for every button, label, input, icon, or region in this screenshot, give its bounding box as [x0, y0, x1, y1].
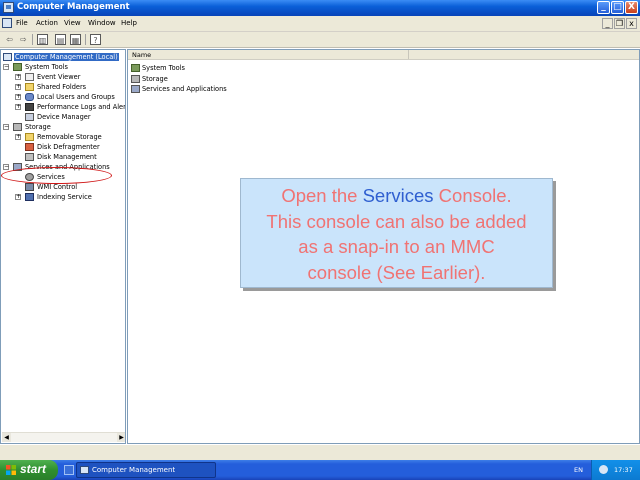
wmi-icon — [25, 183, 34, 191]
tree-label: Disk Management — [37, 153, 97, 161]
taskbar: start Computer Management EN 17:37 — [0, 460, 640, 480]
collapse-toggle[interactable]: − — [3, 64, 9, 70]
tree-label: System Tools — [25, 63, 68, 71]
expand-toggle[interactable]: + — [15, 194, 21, 200]
tree-label: Shared Folders — [37, 83, 87, 91]
help-icon[interactable]: ? — [90, 34, 101, 45]
list-item-label: Services and Applications — [142, 85, 227, 93]
language-indicator[interactable]: EN — [574, 466, 583, 474]
tree-label: Performance Logs and Alerts — [37, 103, 126, 111]
start-label: start — [20, 462, 47, 476]
device-manager-icon — [25, 113, 34, 121]
show-hide-tree-icon[interactable]: ▥ — [37, 34, 48, 45]
toolbar-separator — [32, 34, 33, 45]
window-title: Computer Management — [17, 2, 130, 12]
tree-label: Device Manager — [37, 113, 91, 121]
storage-icon — [131, 75, 140, 83]
title-bar: Computer Management _ □ X — [0, 0, 640, 16]
menu-view[interactable]: View — [64, 19, 81, 27]
document-icon[interactable] — [2, 18, 12, 28]
callout-highlight: Services — [362, 185, 434, 206]
callout-line-4: console (See Earlier). — [307, 261, 486, 283]
tree-label: Removable Storage — [37, 133, 102, 141]
tree-label: Storage — [25, 123, 51, 131]
taskbar-button-computer-management[interactable]: Computer Management — [76, 462, 216, 478]
callout-suffix: Console. — [433, 185, 512, 206]
horizontal-scrollbar[interactable]: ◀ ▶ — [2, 432, 125, 442]
storage-icon — [13, 123, 22, 131]
list-item-label: System Tools — [142, 64, 185, 72]
menu-help[interactable]: Help — [121, 19, 137, 27]
export-list-icon[interactable]: ▦ — [70, 34, 81, 45]
console-tree: Computer Management (Local) − System Too… — [0, 49, 126, 444]
forward-arrow-icon[interactable]: ⇨ — [18, 34, 29, 45]
callout-line-3: as a snap-in to an MMC — [298, 236, 495, 257]
tree-label: Disk Defragmenter — [37, 143, 100, 151]
scroll-right-icon[interactable]: ▶ — [117, 433, 125, 442]
close-button[interactable]: X — [625, 1, 638, 14]
callout-text: Open the Services Console. This console … — [241, 183, 552, 285]
collapse-toggle[interactable]: − — [3, 164, 9, 170]
tools-icon — [131, 64, 140, 72]
list-item-label: Storage — [142, 75, 168, 83]
column-header-row: Name — [128, 50, 639, 60]
menu-file[interactable]: File — [16, 19, 28, 27]
tree-root-label[interactable]: Computer Management (Local) — [14, 53, 119, 61]
toolbar: ⇦ ⇨ ▥ ▤ ▦ ? — [0, 32, 640, 48]
windows-flag-icon — [6, 465, 16, 475]
up-folder-icon[interactable]: ▤ — [55, 34, 66, 45]
disk-management-icon — [25, 153, 34, 161]
computer-icon — [3, 53, 12, 61]
expand-toggle[interactable]: + — [15, 74, 21, 80]
start-button[interactable]: start — [0, 460, 58, 480]
tree-label: WMI Control — [37, 183, 78, 191]
quick-launch-icon[interactable] — [64, 465, 74, 475]
child-restore-button[interactable]: ❐ — [614, 18, 625, 29]
system-tray: 17:37 — [591, 460, 640, 480]
scroll-left-icon[interactable]: ◀ — [2, 433, 11, 442]
minimize-button[interactable]: _ — [597, 1, 610, 14]
menu-window[interactable]: Window — [88, 19, 116, 27]
status-bar — [0, 444, 640, 461]
menu-bar: File Action View Window Help _ ❐ x — [0, 16, 640, 32]
column-header-name[interactable]: Name — [132, 51, 151, 59]
highlight-ellipse — [1, 167, 112, 184]
child-close-button[interactable]: x — [626, 18, 637, 29]
users-icon — [25, 93, 34, 101]
event-viewer-icon — [25, 73, 34, 81]
clock[interactable]: 17:37 — [614, 466, 633, 474]
column-divider[interactable] — [408, 50, 409, 59]
collapse-toggle[interactable]: − — [3, 124, 9, 130]
back-arrow-icon[interactable]: ⇦ — [4, 34, 15, 45]
callout-line-2: This console can also be added — [266, 210, 527, 232]
removable-storage-icon — [25, 133, 34, 141]
expand-toggle[interactable]: + — [15, 134, 21, 140]
toolbar-separator — [85, 34, 86, 45]
expand-toggle[interactable]: + — [15, 84, 21, 90]
indexing-icon — [25, 193, 34, 201]
tree-label: Indexing Service — [37, 193, 92, 201]
taskbar-button-label: Computer Management — [92, 466, 176, 474]
performance-icon — [25, 103, 34, 111]
folder-icon — [25, 83, 34, 91]
computer-management-icon — [3, 2, 14, 13]
callout-line-1: Open the Services Console. — [241, 183, 552, 209]
expand-toggle[interactable]: + — [15, 94, 21, 100]
services-applications-icon — [131, 85, 140, 93]
menu-action[interactable]: Action — [36, 19, 58, 27]
instruction-callout: Open the Services Console. This console … — [240, 178, 553, 288]
child-minimize-button[interactable]: _ — [602, 18, 613, 29]
maximize-button[interactable]: □ — [611, 1, 624, 14]
tools-icon — [13, 63, 22, 71]
callout-prefix: Open the — [281, 185, 363, 206]
computer-management-icon — [80, 466, 89, 474]
tree-label: Event Viewer — [37, 73, 81, 81]
tray-icon[interactable] — [599, 465, 608, 474]
tree-label: Local Users and Groups — [37, 93, 115, 101]
expand-toggle[interactable]: + — [15, 104, 21, 110]
defragmenter-icon — [25, 143, 34, 151]
